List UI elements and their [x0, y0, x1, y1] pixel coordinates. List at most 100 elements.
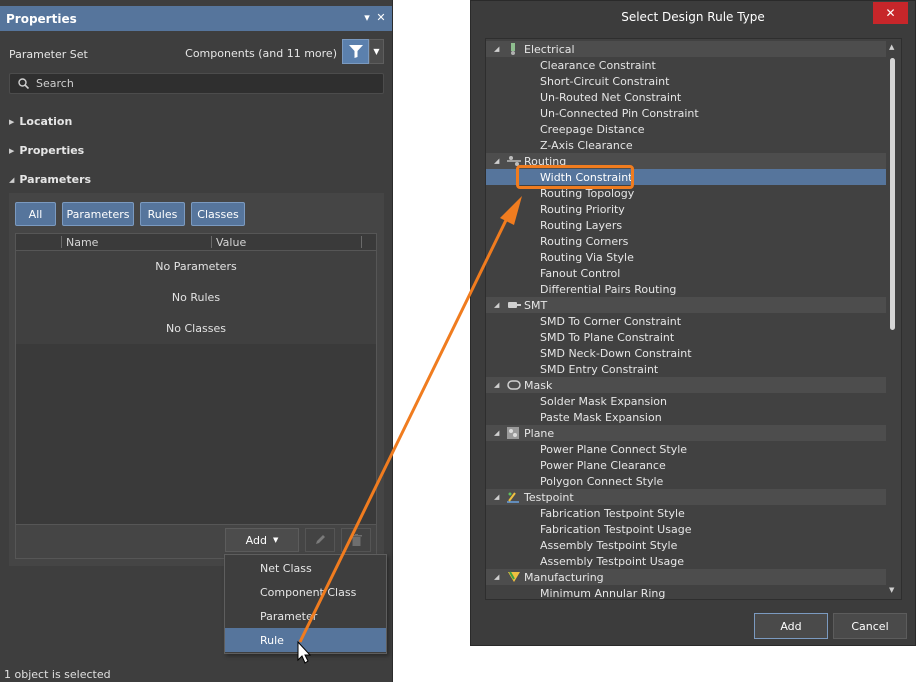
properties-panel: Properties ▾ ✕ Parameter Set Components …: [0, 0, 393, 682]
close-icon: ✕: [885, 6, 896, 20]
section-properties[interactable]: ▶ Properties: [9, 144, 84, 157]
tree-item-power-plane-connect-style[interactable]: Power Plane Connect Style: [486, 441, 886, 457]
chevron-down-icon: ▼: [373, 47, 380, 56]
tree-category-plane[interactable]: ◢ Plane: [486, 425, 886, 441]
scroll-thumb[interactable]: [890, 58, 895, 330]
tree-scrollbar[interactable]: ▲ ▼: [886, 41, 900, 597]
manufacturing-icon: [507, 571, 520, 583]
panel-title: Properties: [6, 11, 77, 26]
testpoint-icon: [507, 491, 519, 503]
tree-category-label: Electrical: [524, 42, 575, 56]
tree-item-smd-entry-constraint[interactable]: SMD Entry Constraint: [486, 361, 886, 377]
collapse-arrow-icon[interactable]: ◢: [494, 429, 499, 437]
tree-item-routing-layers[interactable]: Routing Layers: [486, 217, 886, 233]
filter-dropdown-button[interactable]: ▼: [369, 39, 384, 64]
grid-header: Name Value: [16, 234, 376, 251]
tab-parameters[interactable]: Parameters: [62, 202, 134, 226]
section-location[interactable]: ▶ Location: [9, 115, 72, 128]
tab-all[interactable]: All: [15, 202, 56, 226]
tree-category-electrical[interactable]: ◢ Electrical: [486, 41, 886, 57]
empty-classes-text: No Classes: [166, 322, 226, 335]
dialog-title-bar: Select Design Rule Type: [471, 1, 915, 33]
tree-item-routing-corners[interactable]: Routing Corners: [486, 233, 886, 249]
collapse-arrow-icon[interactable]: ◢: [494, 493, 499, 501]
tree-item-assembly-testpoint-usage[interactable]: Assembly Testpoint Usage: [486, 553, 886, 569]
search-box: [9, 73, 384, 94]
tree-item-assembly-testpoint-style[interactable]: Assembly Testpoint Style: [486, 537, 886, 553]
parameter-tabs: All Parameters Rules Classes: [15, 202, 245, 226]
tree-item-smd-to-plane-constraint[interactable]: SMD To Plane Constraint: [486, 329, 886, 345]
collapse-arrow-icon[interactable]: ◢: [494, 157, 499, 165]
tree-item-creepage-distance[interactable]: Creepage Distance: [486, 121, 886, 137]
tree-category-label: Mask: [524, 378, 553, 392]
tree-item-un-routed-net-constraint[interactable]: Un-Routed Net Constraint: [486, 89, 886, 105]
pencil-icon: [316, 535, 325, 544]
menu-item-rule[interactable]: Rule: [225, 628, 386, 652]
filter-icon: [348, 45, 363, 58]
collapse-arrow-icon[interactable]: ◢: [494, 381, 499, 389]
grid-footer: Add ▼: [16, 524, 376, 558]
empty-rules-text: No Rules: [171, 291, 221, 304]
panel-menu-icon[interactable]: ▾: [360, 10, 374, 26]
edit-button[interactable]: [305, 528, 335, 552]
tree-item-routing-via-style[interactable]: Routing Via Style: [486, 249, 886, 265]
tree-category-manufacturing[interactable]: ◢ Manufacturing: [486, 569, 886, 585]
collapse-arrow-icon[interactable]: ◢: [494, 301, 499, 309]
scroll-down-icon[interactable]: ▼: [889, 586, 894, 594]
expand-arrow-icon: ▶: [9, 146, 15, 155]
smt-icon: [507, 299, 521, 311]
filter-button[interactable]: [342, 39, 369, 64]
mask-icon: [507, 379, 521, 391]
tree-item-smd-to-corner-constraint[interactable]: SMD To Corner Constraint: [486, 313, 886, 329]
section-label: Location: [19, 115, 73, 128]
tree-item-paste-mask-expansion[interactable]: Paste Mask Expansion: [486, 409, 886, 425]
tree-item-clearance-constraint[interactable]: Clearance Constraint: [486, 57, 886, 73]
tree-item-fabrication-testpoint-style[interactable]: Fabrication Testpoint Style: [486, 505, 886, 521]
column-divider: [211, 236, 212, 248]
tree-item-polygon-connect-style[interactable]: Polygon Connect Style: [486, 473, 886, 489]
tab-classes[interactable]: Classes: [191, 202, 245, 226]
tree-item-solder-mask-expansion[interactable]: Solder Mask Expansion: [486, 393, 886, 409]
column-header-name[interactable]: Name: [66, 236, 98, 249]
parameters-box: All Parameters Rules Classes Name Value …: [9, 193, 384, 566]
search-input[interactable]: [36, 77, 356, 90]
tree-category-testpoint[interactable]: ◢ Testpoint: [486, 489, 886, 505]
scroll-up-icon[interactable]: ▲: [889, 43, 894, 51]
column-header-value[interactable]: Value: [216, 236, 246, 249]
tree-item-short-circuit-constraint[interactable]: Short-Circuit Constraint: [486, 73, 886, 89]
tree-item-fanout-control[interactable]: Fanout Control: [486, 265, 886, 281]
tree-item-smd-neck-down-constraint[interactable]: SMD Neck-Down Constraint: [486, 345, 886, 361]
tree-item-fabrication-testpoint-usage[interactable]: Fabrication Testpoint Usage: [486, 521, 886, 537]
grid-row-parameters: No Parameters: [16, 251, 376, 282]
dialog-cancel-button[interactable]: Cancel: [833, 613, 907, 639]
tab-rules[interactable]: Rules: [140, 202, 185, 226]
tree-item-routing-priority[interactable]: Routing Priority: [486, 201, 886, 217]
tree-item-un-connected-pin-constraint[interactable]: Un-Connected Pin Constraint: [486, 105, 886, 121]
search-icon: [18, 78, 29, 89]
dialog-close-button[interactable]: ✕: [873, 2, 908, 24]
tree-item-z-axis-clearance[interactable]: Z-Axis Clearance: [486, 137, 886, 153]
menu-item-parameter[interactable]: Parameter: [225, 604, 386, 628]
tree-category-mask[interactable]: ◢ Mask: [486, 377, 886, 393]
dialog-add-button[interactable]: Add: [754, 613, 828, 639]
tree-content: ◢ Electrical Clearance Constraint Short-Cir…: [486, 41, 886, 600]
tree-item-power-plane-clearance[interactable]: Power Plane Clearance: [486, 457, 886, 473]
add-dropdown-menu: Net Class Component Class Parameter Rule: [224, 554, 387, 654]
collapse-arrow-icon[interactable]: ◢: [494, 45, 499, 53]
grid-row-rules: No Rules: [16, 282, 376, 313]
collapse-arrow-icon[interactable]: ◢: [494, 573, 499, 581]
panel-title-bar: Properties ▾ ✕: [0, 6, 392, 31]
section-parameters[interactable]: ◢ Parameters: [9, 173, 91, 186]
tree-category-smt[interactable]: ◢ SMT: [486, 297, 886, 313]
delete-button[interactable]: [341, 528, 371, 552]
close-icon[interactable]: ✕: [374, 10, 388, 26]
dialog-title: Select Design Rule Type: [621, 10, 765, 24]
tree-item-minimum-annular-ring[interactable]: Minimum Annular Ring: [486, 585, 886, 600]
add-button[interactable]: Add ▼: [225, 528, 299, 552]
section-label: Properties: [19, 144, 85, 157]
tree-item-differential-pairs-routing[interactable]: Differential Pairs Routing: [486, 281, 886, 297]
tree-category-label: Plane: [524, 426, 555, 440]
parameter-set-label: Parameter Set: [9, 47, 88, 61]
menu-item-net-class[interactable]: Net Class: [225, 556, 386, 580]
menu-item-component-class[interactable]: Component Class: [225, 580, 386, 604]
